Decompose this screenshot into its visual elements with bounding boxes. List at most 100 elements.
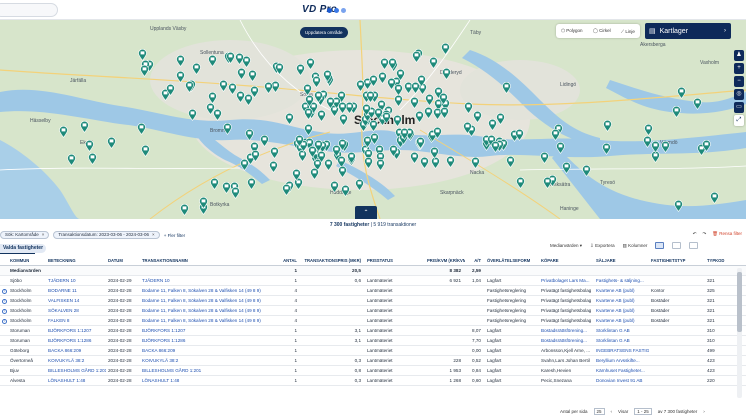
property-marker-icon[interactable] — [226, 52, 235, 64]
column-header[interactable]: A/T — [465, 258, 485, 263]
property-marker-icon[interactable] — [416, 137, 425, 149]
property-marker-icon[interactable] — [305, 95, 314, 107]
cell-bet[interactable]: LÖNASHULT 1:48 — [46, 378, 106, 383]
property-marker-icon[interactable] — [473, 111, 482, 123]
cell-namn[interactable]: Bodarne 11, Falken 8, Sökalven 28 & Valf… — [140, 308, 273, 313]
property-marker-icon[interactable] — [180, 204, 189, 216]
column-header[interactable]: TYPKOD — [705, 258, 743, 263]
cell-namn[interactable]: BJÖRKFORS 1:1286 — [140, 338, 273, 343]
property-marker-icon[interactable] — [562, 162, 571, 174]
cell-saljare[interactable]: Donovian Invest 91 AB — [594, 378, 649, 383]
column-header[interactable]: ÖVERLÅTELSEFORM — [485, 258, 539, 263]
prev-page-icon[interactable]: ‹ — [611, 409, 613, 414]
cell-saljare[interactable]: Storklintan G AB — [594, 338, 649, 343]
column-header[interactable]: TRANSAKTIONSPRIS (MKR) — [301, 258, 365, 263]
table-row[interactable]: Bjuv BILLESHOLMS GÅRD 1:201 2024-02-28 BILL… — [0, 366, 746, 376]
property-marker-icon[interactable] — [464, 102, 473, 114]
per-page-select[interactable]: 25 — [593, 408, 605, 415]
property-marker-icon[interactable] — [137, 123, 146, 135]
property-marker-icon[interactable] — [491, 141, 500, 153]
property-marker-icon[interactable] — [285, 113, 294, 125]
property-marker-icon[interactable] — [237, 68, 246, 80]
cell-namn[interactable]: Bodarne 11, Falken 8, Sökalven 28 & Valf… — [140, 288, 273, 293]
property-marker-icon[interactable] — [356, 80, 365, 92]
street-view-icon[interactable]: ♟ — [734, 50, 744, 61]
column-header[interactable]: TRANSAKTIONSNAMN — [140, 258, 273, 263]
cell-bet[interactable]: VALFISKEN 14 — [46, 298, 106, 303]
property-marker-icon[interactable] — [415, 111, 424, 123]
property-marker-icon[interactable] — [223, 123, 232, 135]
zoom-in-button[interactable]: + — [734, 63, 744, 74]
property-marker-icon[interactable] — [430, 147, 439, 159]
property-marker-icon[interactable] — [67, 154, 76, 166]
table-row[interactable]: Sjöbo TJÄDERN 10 2024-02-29 TJÄDERN 10 1 0,6 L… — [0, 276, 746, 286]
info-icon[interactable]: i — [2, 308, 7, 314]
property-marker-icon[interactable] — [551, 129, 560, 141]
property-marker-icon[interactable] — [244, 94, 253, 106]
cell-namn[interactable]: BILLESHOLMS GÅRD 1:201 — [140, 368, 273, 373]
property-marker-icon[interactable] — [389, 145, 398, 157]
column-header[interactable]: ANTAL — [273, 258, 301, 263]
table-row[interactable]: Göteborg BACKA 866:209 2024-02-28 BACKA 866… — [0, 346, 746, 356]
list-view-icon[interactable] — [655, 242, 665, 249]
property-marker-icon[interactable] — [366, 91, 375, 103]
circle-tool-button[interactable]: ◯ Cirkel — [593, 28, 611, 34]
property-marker-icon[interactable] — [471, 157, 480, 169]
grid-view-icon[interactable] — [672, 242, 682, 249]
property-marker-icon[interactable] — [310, 168, 319, 180]
cell-kopare[interactable]: Bostadsrättsförening... — [539, 338, 594, 343]
property-marker-icon[interactable] — [387, 78, 396, 90]
property-marker-icon[interactable] — [362, 104, 371, 116]
property-marker-icon[interactable] — [516, 177, 525, 189]
property-marker-icon[interactable] — [582, 165, 591, 177]
cell-saljare[interactable]: Storklintan G AB — [594, 328, 649, 333]
median-select[interactable]: Medianvärden ▾ — [550, 243, 582, 249]
property-marker-icon[interactable] — [400, 128, 409, 140]
info-icon[interactable]: i — [2, 318, 7, 324]
next-page-icon[interactable]: › — [703, 409, 705, 414]
property-marker-icon[interactable] — [388, 58, 397, 70]
cell-namn[interactable]: Bodarne 11, Falken 8, Sökalven 28 & Valf… — [140, 318, 273, 323]
property-marker-icon[interactable] — [420, 157, 429, 169]
property-marker-icon[interactable] — [85, 140, 94, 152]
property-marker-icon[interactable] — [515, 129, 524, 141]
property-marker-icon[interactable] — [166, 84, 175, 96]
property-marker-icon[interactable] — [208, 55, 217, 67]
column-header[interactable]: KÖPARE — [539, 258, 594, 263]
property-marker-icon[interactable] — [364, 157, 373, 169]
property-marker-icon[interactable] — [176, 71, 185, 83]
property-marker-icon[interactable] — [410, 152, 419, 164]
property-marker-icon[interactable] — [326, 97, 335, 109]
column-header[interactable]: PRIS/KVM (KR/KVM) — [425, 258, 465, 263]
property-marker-icon[interactable] — [710, 192, 719, 204]
property-marker-icon[interactable] — [231, 187, 240, 199]
close-icon[interactable]: × — [152, 232, 155, 237]
property-marker-icon[interactable] — [496, 113, 505, 125]
cell-namn[interactable]: KOIVUKYLÄ 38:2 — [140, 358, 273, 363]
property-marker-icon[interactable] — [410, 97, 419, 109]
property-marker-icon[interactable] — [264, 82, 273, 94]
property-marker-icon[interactable] — [394, 95, 403, 107]
property-marker-icon[interactable] — [341, 185, 350, 197]
table-row[interactable]: Övertorneå KOIVUKYLÄ 38:2 2024-02-28 KOIVUK… — [0, 356, 746, 366]
property-marker-icon[interactable] — [295, 135, 304, 147]
cell-bet[interactable]: BJÖRKFORS 1:1286 — [46, 338, 106, 343]
property-marker-icon[interactable] — [339, 114, 348, 126]
property-marker-icon[interactable] — [306, 58, 315, 70]
property-marker-icon[interactable] — [440, 107, 449, 119]
cell-bet[interactable]: KOIVUKYLÄ 38:2 — [46, 358, 106, 363]
scrollbar-thumb[interactable] — [737, 272, 742, 332]
property-marker-icon[interactable] — [374, 108, 383, 120]
columns-button[interactable]: ▥ Kolumner — [623, 243, 648, 249]
info-icon[interactable]: i — [2, 298, 7, 304]
table-row[interactable]: i Stockholm SÖKALVEN 28 2024-02-28 Bodarne 1… — [0, 306, 746, 316]
property-marker-icon[interactable] — [80, 121, 89, 133]
card-view-icon[interactable] — [689, 242, 699, 249]
cell-namn[interactable]: BACKA 866:209 — [140, 348, 273, 353]
property-marker-icon[interactable] — [378, 72, 387, 84]
cell-bet[interactable]: BODARNE 11 — [46, 288, 106, 293]
property-marker-icon[interactable] — [219, 80, 228, 92]
property-marker-icon[interactable] — [393, 115, 402, 127]
property-marker-icon[interactable] — [317, 110, 326, 122]
property-marker-icon[interactable] — [304, 124, 313, 136]
